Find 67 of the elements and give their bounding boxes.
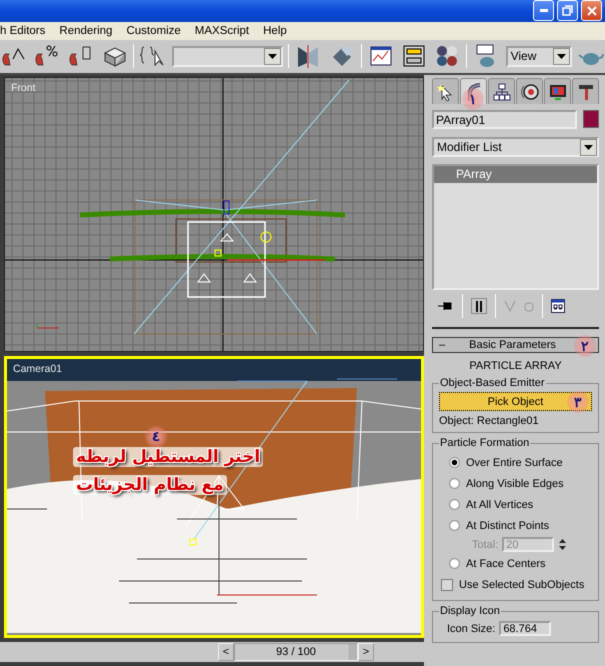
wheel-icon	[520, 82, 538, 100]
picked-object-label: Object: Rectangle01	[439, 415, 540, 427]
hierarchy-icon	[492, 82, 510, 100]
panel-tab[interactable]	[516, 78, 543, 104]
hammer-icon	[576, 82, 594, 100]
view-dropdown-value: View	[510, 49, 536, 64]
radio-label: At All Vertices	[466, 498, 534, 510]
icon-size-field[interactable]: 68.764	[499, 621, 552, 636]
caption-text: مع نظام الجزيئات	[73, 475, 227, 495]
pin-icon[interactable]	[438, 300, 454, 312]
close-icon	[586, 6, 596, 16]
dropdown-arrow-icon	[268, 54, 278, 59]
menu-item[interactable]: Customize	[126, 24, 189, 37]
menu-item[interactable]: Rendering	[59, 24, 120, 37]
radio-button[interactable]	[449, 478, 460, 489]
menu-item[interactable]: h Editors	[0, 24, 54, 37]
section-heading: PARTICLE ARRAY	[468, 360, 563, 372]
next-frame-button[interactable]: >	[358, 643, 374, 661]
object-color-swatch[interactable]	[583, 110, 599, 128]
modifier-list-label: Modifier List	[437, 140, 502, 154]
radio-label: At Distinct Points	[466, 520, 550, 532]
radio-button[interactable]	[449, 499, 460, 510]
previous-frame-button[interactable]: <	[218, 643, 234, 661]
selection-set-dropdown[interactable]	[172, 46, 284, 67]
panel-tab[interactable]	[544, 78, 571, 104]
restore-button[interactable]	[557, 0, 578, 22]
radio-label: Over Entire Surface	[466, 456, 563, 468]
minimize-icon	[540, 9, 548, 12]
icon-size-label: Icon Size:	[447, 622, 496, 634]
restore-icon	[562, 5, 573, 16]
step-number: ٢	[574, 335, 596, 357]
configure-sets-icon[interactable]	[551, 299, 565, 313]
group-title: Particle Formation	[439, 437, 530, 449]
menu-item[interactable]: MAXScript	[194, 24, 258, 37]
cursor-star-icon	[436, 82, 454, 100]
panel-tab[interactable]	[432, 78, 459, 104]
dropdown-arrow-icon	[556, 54, 566, 59]
checkbox[interactable]	[441, 578, 453, 590]
view-dropdown[interactable]: View	[506, 46, 572, 67]
object-name-field[interactable]: PArray01	[432, 110, 577, 129]
viewport-label[interactable]: Camera01	[13, 363, 62, 375]
stack-item[interactable]: PArray	[434, 166, 597, 183]
show-end-result-icon[interactable]	[471, 298, 487, 314]
step-number: ٣	[567, 391, 589, 413]
radio-label: Along Visible Edges	[466, 478, 564, 490]
menu-item[interactable]: Help	[263, 24, 295, 37]
step-number: ١	[462, 88, 484, 110]
radio-button[interactable]	[449, 520, 460, 531]
total-label: Total:	[472, 538, 498, 550]
group-title: Object-Based Emitter	[439, 377, 546, 389]
spinner-arrows-icon[interactable]	[558, 537, 568, 552]
checkbox-label: Use Selected SubObjects	[459, 578, 584, 590]
minimize-button[interactable]	[533, 0, 554, 22]
panel-tab[interactable]	[572, 78, 599, 104]
dropdown-arrow-icon	[584, 144, 593, 150]
panel-tab[interactable]	[460, 78, 487, 104]
monitor-icon	[548, 82, 566, 100]
modifier-list-dropdown[interactable]: Modifier List	[432, 137, 599, 157]
close-button[interactable]	[581, 0, 602, 22]
radio-button[interactable]	[449, 558, 460, 569]
radio-button[interactable]	[449, 457, 460, 468]
rollout-title: Basic Parameters	[469, 339, 556, 351]
group-title: Display Icon	[439, 605, 501, 617]
radio-label: At Face Centers	[466, 558, 546, 570]
rollout-toggle: –	[439, 339, 446, 351]
panel-tab[interactable]	[488, 78, 515, 104]
step-number: ٤	[145, 426, 167, 448]
